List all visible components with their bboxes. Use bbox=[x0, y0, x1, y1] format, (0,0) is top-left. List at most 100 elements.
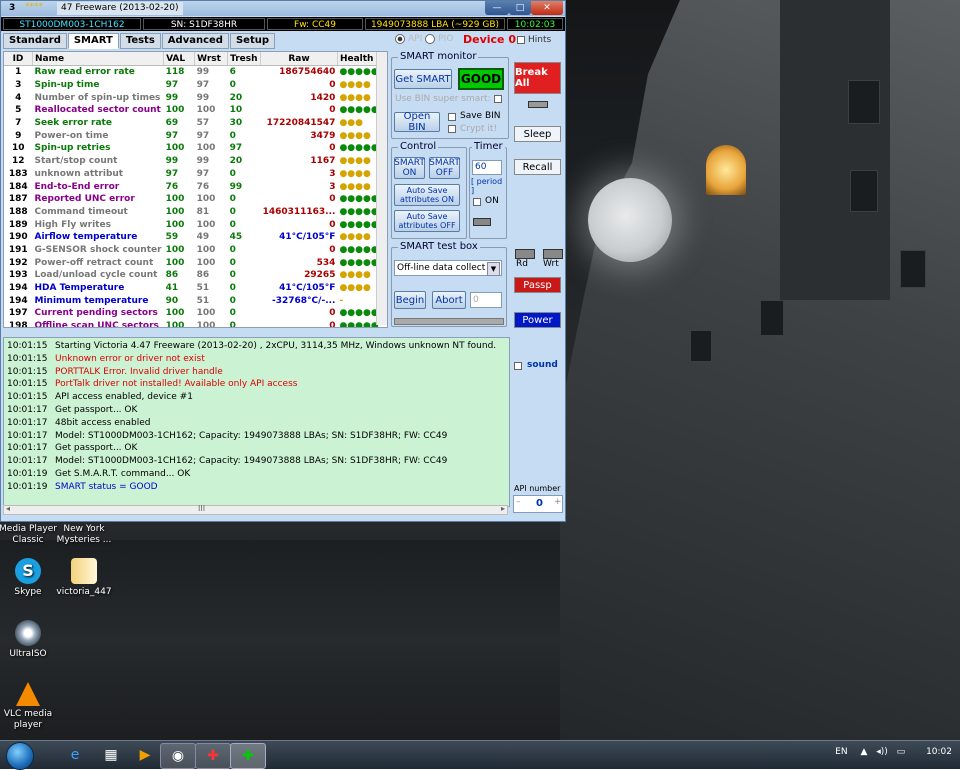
open-bin-button[interactable]: Open BIN bbox=[394, 111, 440, 133]
attribute-id: 194 bbox=[8, 283, 28, 294]
table-row[interactable]: 7 Seek error rate 69 57 30 17220841547 ●●● bbox=[4, 117, 381, 130]
column-header-raw[interactable]: Raw bbox=[260, 52, 338, 66]
table-row[interactable]: 12 Start/stop count 99 99 20 1167 ●●●● bbox=[4, 155, 381, 168]
table-row[interactable]: 192 Power-off retract count 100 100 0 534 ●●●●… bbox=[4, 256, 381, 269]
power-button[interactable]: Power bbox=[514, 312, 561, 328]
get-smart-button[interactable]: Get SMART bbox=[394, 69, 452, 89]
tab-smart[interactable]: SMART bbox=[67, 33, 119, 49]
passp-button[interactable]: Passp bbox=[514, 277, 561, 293]
tab-tests[interactable]: Tests bbox=[119, 33, 161, 49]
pio-radio[interactable] bbox=[425, 34, 436, 44]
desktop-icon-ultraiso[interactable]: UltraISO bbox=[0, 620, 60, 660]
victoria-taskbar-icon[interactable]: ✚ bbox=[195, 743, 231, 769]
table-row[interactable]: 198 Offline scan UNC sectors 100 100 0 0 ●●●●● bbox=[4, 320, 381, 327]
maximize-button[interactable]: □ bbox=[509, 1, 531, 15]
table-row[interactable]: 9 Power-on time 97 97 0 3479 ●●●● bbox=[4, 129, 381, 142]
table-row[interactable]: 190 Airflow temperature 59 49 45 41°C/105°F ●●… bbox=[4, 231, 381, 244]
start-button[interactable] bbox=[6, 742, 34, 770]
table-row[interactable]: 1 Raw read error rate 118 99 6 186754640 ●●●●● bbox=[4, 66, 381, 79]
table-row[interactable]: 10 Spin-up retries 100 100 97 0 ●●●●● bbox=[4, 142, 381, 155]
network-icon[interactable]: ▭ bbox=[897, 747, 906, 757]
desktop-icon-skype[interactable]: S Skype bbox=[0, 558, 60, 598]
minimize-button[interactable]: — bbox=[485, 1, 509, 15]
log-horizontal-scrollbar[interactable]: ◂ III ▸ bbox=[3, 504, 508, 515]
table-row[interactable]: 5 Reallocated sector count 100 100 10 0 ●●●●● bbox=[4, 104, 381, 117]
column-header-tresh[interactable]: Tresh bbox=[227, 52, 262, 66]
device-label[interactable]: Device 0 bbox=[463, 33, 516, 46]
table-row[interactable]: 197 Current pending sectors 100 100 0 0 ●●●●● bbox=[4, 307, 381, 320]
abort-button[interactable]: Abort bbox=[432, 291, 466, 309]
attribute-health: ●●●● bbox=[339, 156, 371, 167]
table-row[interactable]: 191 G-SENSOR shock counter 100 100 0 0 ●●●●● bbox=[4, 244, 381, 257]
sleep-button[interactable]: Sleep bbox=[514, 126, 561, 142]
table-row[interactable]: 188 Command timeout 100 81 0 1460311163... ●●●… bbox=[4, 206, 381, 219]
chrome-icon[interactable]: ◉ bbox=[160, 743, 196, 769]
attribute-raw: 41°C/105°F bbox=[279, 283, 336, 294]
use-bin-checkbox[interactable] bbox=[494, 95, 502, 103]
media-icon[interactable]: ▶ bbox=[128, 743, 162, 767]
auto-save-on-button[interactable]: Auto Save attributes ON bbox=[394, 184, 460, 206]
desktop-icon-new-york[interactable]: New York Mysteries ... bbox=[52, 524, 116, 546]
test-progress-input[interactable]: 0 bbox=[470, 292, 502, 308]
hints-toggle[interactable]: Hints bbox=[517, 35, 551, 45]
table-row[interactable]: 183 unknown attribut 97 97 0 3 ●●●● bbox=[4, 168, 381, 181]
sound-checkbox[interactable] bbox=[514, 362, 522, 370]
save-bin-checkbox[interactable] bbox=[448, 113, 456, 121]
scroll-left-arrow-icon[interactable]: ◂ bbox=[6, 504, 10, 513]
explorer-icon[interactable]: ▦ bbox=[94, 743, 128, 767]
auto-save-off-button[interactable]: Auto Save attributes OFF bbox=[394, 210, 460, 232]
api-number-increment[interactable]: + bbox=[554, 497, 562, 507]
log-timestamp: 10:01:15 bbox=[7, 341, 48, 351]
drive-firmware: Fw: CC49 bbox=[267, 18, 363, 30]
wallpaper-dark-window bbox=[760, 300, 784, 336]
save-bin-label: Save BIN bbox=[460, 111, 501, 121]
table-row[interactable]: 194 Minimum temperature 90 51 0 -32768°C/-...… bbox=[4, 294, 381, 307]
scroll-thumb-grip-icon[interactable]: III bbox=[198, 504, 205, 513]
tray-arrow-icon[interactable]: ▲ bbox=[860, 747, 867, 757]
attribute-tresh: 20 bbox=[229, 92, 243, 103]
api-number-stepper[interactable]: – 0 + bbox=[513, 495, 563, 513]
break-all-button[interactable]: Break All bbox=[514, 62, 561, 94]
test-type-select[interactable]: Off-line data collect ▼ bbox=[394, 260, 502, 276]
desktop-icon-vlc[interactable]: VLC media player bbox=[0, 682, 60, 731]
hints-checkbox[interactable] bbox=[517, 36, 525, 44]
chevron-down-icon[interactable]: ▼ bbox=[487, 262, 500, 276]
table-row[interactable]: 193 Load/unload cycle count 86 86 0 29265 ●●●● bbox=[4, 269, 381, 282]
smart-on-button[interactable]: SMART ON bbox=[394, 157, 425, 179]
column-header-health[interactable]: Health bbox=[337, 52, 382, 66]
table-row[interactable]: 187 Reported UNC error 100 100 0 0 ●●●●● bbox=[4, 193, 381, 206]
table-row[interactable]: 189 High Fly writes 100 100 0 0 ●●●●● bbox=[4, 218, 381, 231]
scroll-right-arrow-icon[interactable]: ▸ bbox=[501, 504, 505, 513]
table-vertical-scrollbar[interactable] bbox=[376, 52, 387, 325]
taskbar-clock[interactable]: 10:02 bbox=[926, 747, 952, 757]
desktop-icon-victoria[interactable]: victoria_447 bbox=[52, 558, 116, 598]
table-row[interactable]: 3 Spin-up time 97 97 0 0 ●●●● bbox=[4, 79, 381, 92]
victoria-active-taskbar-icon[interactable]: ✚ bbox=[230, 743, 266, 769]
api-number-decrement[interactable]: – bbox=[516, 497, 521, 507]
tab-setup[interactable]: Setup bbox=[229, 33, 275, 49]
smart-attributes-table[interactable]: ID Name VAL Wrst Tresh Raw Health 1 Raw r… bbox=[3, 51, 388, 328]
begin-button[interactable]: Begin bbox=[394, 291, 426, 309]
ie-icon[interactable]: e bbox=[58, 743, 92, 767]
event-log[interactable]: 10:01:15 Starting Victoria 4.47 Freeware … bbox=[3, 337, 510, 507]
language-indicator[interactable]: EN bbox=[835, 747, 847, 757]
control-legend: Control bbox=[398, 141, 439, 152]
tab-standard[interactable]: Standard bbox=[3, 33, 67, 49]
desktop-icon-media-player[interactable]: Media Player Classic bbox=[0, 524, 60, 546]
table-row[interactable]: 184 End-to-End error 76 76 99 3 ●●●● bbox=[4, 180, 381, 193]
smart-off-button[interactable]: SMART OFF bbox=[429, 157, 460, 179]
close-button[interactable]: ✕ bbox=[531, 1, 563, 15]
crypt-checkbox[interactable] bbox=[448, 125, 456, 133]
recall-button[interactable]: Recall bbox=[514, 159, 561, 175]
column-header-wrst[interactable]: Wrst bbox=[194, 52, 229, 66]
timer-period-input[interactable]: 60 bbox=[472, 160, 502, 175]
column-header-id[interactable]: ID bbox=[4, 52, 33, 66]
timer-on-checkbox[interactable] bbox=[473, 198, 481, 206]
column-header-name[interactable]: Name bbox=[32, 52, 165, 66]
table-row[interactable]: 4 Number of spin-up times 99 99 20 1420 ●●●● bbox=[4, 91, 381, 104]
table-row[interactable]: 194 HDA Temperature 41 51 0 41°C/105°F ●●●● bbox=[4, 282, 381, 295]
api-radio[interactable] bbox=[395, 34, 405, 44]
volume-icon[interactable]: ◂)) bbox=[876, 747, 888, 757]
column-header-val[interactable]: VAL bbox=[163, 52, 196, 66]
tab-advanced[interactable]: Advanced bbox=[161, 33, 229, 49]
